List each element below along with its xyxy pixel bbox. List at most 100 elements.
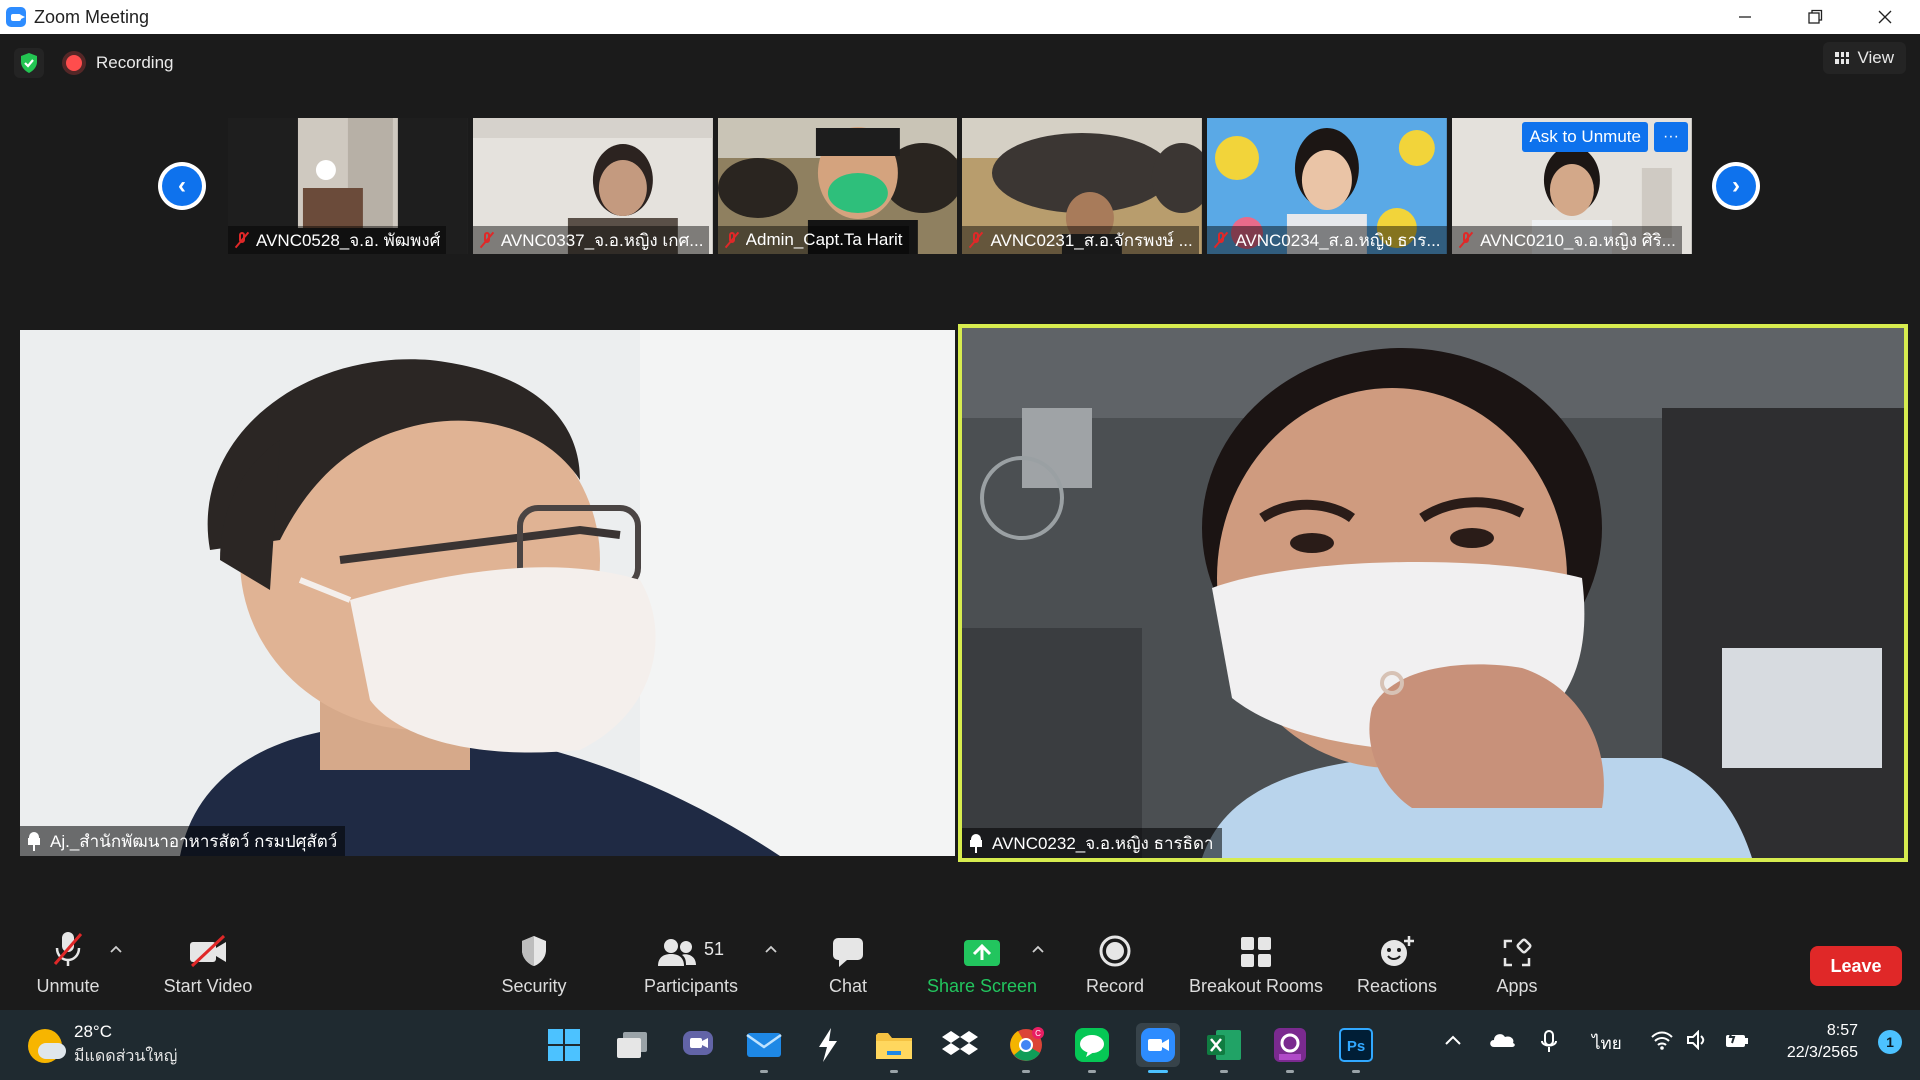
participant-name: AVNC0210_จ.อ.หญิง ศิริ... xyxy=(1480,230,1676,250)
start-video-button[interactable]: Start Video xyxy=(158,928,258,997)
microphone-muted-icon xyxy=(53,932,83,966)
reactions-smiley-icon xyxy=(1381,936,1414,966)
window-titlebar: Zoom Meeting xyxy=(0,0,1920,34)
muted-mic-icon xyxy=(1456,230,1476,250)
weather-widget[interactable]: 28°C มีแดดส่วนใหญ่ xyxy=(28,1022,177,1069)
participants-options-caret[interactable] xyxy=(765,940,777,958)
taskbar-photoshop[interactable]: Ps xyxy=(1334,1023,1378,1073)
participant-tile[interactable]: AVNC0231_ส.อ.จักรพงษ์ ... xyxy=(962,118,1203,254)
participant-name: AVNC0231_ส.อ.จักรพงษ์ ... xyxy=(990,230,1193,250)
network-tray[interactable] xyxy=(1650,1030,1674,1055)
participant-tile[interactable]: Admin_Capt.Ta Harit xyxy=(717,118,958,254)
video-off-icon xyxy=(190,934,226,968)
taskbar-zoom[interactable] xyxy=(1136,1023,1180,1073)
pdf-app-icon xyxy=(1274,1028,1306,1062)
taskbar-chrome[interactable]: C xyxy=(1004,1023,1048,1073)
participants-button[interactable]: 51 Participants xyxy=(636,928,746,997)
reactions-button[interactable]: Reactions xyxy=(1354,928,1440,997)
view-button[interactable]: View xyxy=(1823,42,1906,74)
recording-indicator[interactable]: Recording xyxy=(66,53,174,73)
system-clock[interactable]: 8:57 22/3/2565 xyxy=(1787,1020,1858,1064)
zoom-app-icon xyxy=(1141,1028,1175,1062)
chat-label: Chat xyxy=(828,976,868,996)
notification-badge[interactable]: 1 xyxy=(1878,1030,1902,1054)
taskbar-file-explorer[interactable] xyxy=(872,1023,916,1073)
main-video-right-active-speaker[interactable]: AVNC0232_จ.อ.หญิง ธารธิดา xyxy=(958,324,1908,862)
taskbar-app-lightning[interactable] xyxy=(806,1023,850,1067)
folder-icon xyxy=(876,1033,912,1059)
chrome-icon: C xyxy=(1010,1027,1044,1061)
clock-date: 22/3/2565 xyxy=(1786,1044,1858,1061)
participant-nametag: AVNC0232_จ.อ.หญิง ธารธิดา xyxy=(962,828,1222,858)
participant-video xyxy=(20,330,955,856)
windows-logo-icon xyxy=(548,1029,580,1061)
breakout-rooms-icon xyxy=(1241,937,1271,967)
taskbar-excel[interactable] xyxy=(1202,1023,1246,1073)
record-icon xyxy=(1099,935,1131,967)
lightning-app-icon xyxy=(819,1028,837,1062)
meeting-area: Recording View ‹ › AVNC0528_จ.อ. พัฒพงศ์… xyxy=(0,34,1920,1010)
participants-label: Participants xyxy=(643,976,739,996)
show-hidden-icons-button[interactable] xyxy=(1444,1030,1462,1051)
taskbar-line[interactable] xyxy=(1070,1023,1114,1073)
battery-tray[interactable] xyxy=(1724,1030,1750,1055)
muted-mic-icon xyxy=(966,230,986,250)
volume-tray[interactable] xyxy=(1686,1029,1710,1055)
taskbar-mail[interactable] xyxy=(742,1023,786,1073)
share-screen-button[interactable]: Share Screen xyxy=(924,928,1040,997)
leave-button[interactable]: Leave xyxy=(1810,946,1902,986)
participants-count: 51 xyxy=(703,939,725,959)
chat-bubble-icon xyxy=(833,938,863,967)
apps-icon xyxy=(1503,938,1532,967)
participant-tile[interactable]: Ask to Unmute ··· AVNC0210_จ.อ.หญิง ศิริ… xyxy=(1452,118,1692,254)
ask-to-unmute-button[interactable]: Ask to Unmute xyxy=(1522,122,1648,152)
taskbar-task-view[interactable] xyxy=(610,1023,654,1067)
breakout-rooms-button[interactable]: Breakout Rooms xyxy=(1186,928,1326,997)
share-options-caret[interactable] xyxy=(1032,940,1044,958)
restore-button[interactable] xyxy=(1780,0,1850,34)
microphone-tray[interactable] xyxy=(1540,1030,1558,1059)
participant-nametag: AVNC0234_ส.อ.หญิง ธาร... xyxy=(1207,226,1447,254)
apps-button[interactable]: Apps xyxy=(1492,928,1542,997)
chevron-up-icon xyxy=(1445,1035,1461,1045)
close-button[interactable] xyxy=(1850,0,1920,34)
unmute-button[interactable]: Unmute xyxy=(32,928,104,997)
chat-button[interactable]: Chat xyxy=(818,928,878,997)
view-label: View xyxy=(1857,48,1894,67)
participant-tile[interactable]: AVNC0234_ส.อ.หญิง ธาร... xyxy=(1207,118,1448,254)
security-button[interactable]: Security xyxy=(494,928,574,997)
encryption-shield-button[interactable] xyxy=(14,48,44,78)
next-page-button[interactable]: › xyxy=(1712,162,1760,210)
record-button[interactable]: Record xyxy=(1080,928,1150,997)
start-button[interactable] xyxy=(542,1023,586,1067)
muted-mic-icon xyxy=(722,230,742,250)
more-options-button[interactable]: ··· xyxy=(1653,122,1688,152)
participant-nametag: AVNC0337_จ.อ.หญิง เกศ... xyxy=(472,226,710,254)
muted-mic-icon xyxy=(232,230,252,250)
audio-options-caret[interactable] xyxy=(110,940,122,958)
input-language-indicator[interactable]: ไทย xyxy=(1592,1030,1622,1057)
main-video-left[interactable]: Aj._สำนักพัฒนาอาหารสัตว์ กรมปศุสัตว์ xyxy=(20,330,955,856)
taskbar-pdf-app[interactable] xyxy=(1268,1023,1312,1073)
dropbox-icon xyxy=(942,1031,978,1055)
minimize-button[interactable] xyxy=(1710,0,1780,34)
previous-page-button[interactable]: ‹ xyxy=(158,162,206,210)
weather-description: มีแดดส่วนใหญ่ xyxy=(74,1048,178,1065)
apps-label: Apps xyxy=(1496,976,1538,996)
excel-icon xyxy=(1207,1030,1241,1060)
participant-nametag: Admin_Capt.Ta Harit xyxy=(717,226,909,254)
chevron-right-icon: › xyxy=(1716,166,1756,206)
chevron-left-icon: ‹ xyxy=(162,166,202,206)
participant-name: AVNC0528_จ.อ. พัฒพงศ์ xyxy=(256,230,441,250)
participant-video xyxy=(962,328,1904,858)
participant-nametag: AVNC0528_จ.อ. พัฒพงศ์ xyxy=(228,226,447,254)
onedrive-tray[interactable] xyxy=(1488,1030,1516,1053)
participant-tile[interactable]: AVNC0528_จ.อ. พัฒพงศ์ xyxy=(228,118,468,254)
taskbar-teams[interactable] xyxy=(676,1023,720,1067)
participant-nametag: AVNC0210_จ.อ.หญิง ศิริ... xyxy=(1452,226,1682,254)
security-shield-icon xyxy=(522,936,546,966)
taskbar-dropbox[interactable] xyxy=(938,1023,982,1067)
participant-tile[interactable]: AVNC0337_จ.อ.หญิง เกศ... xyxy=(472,118,713,254)
wifi-icon xyxy=(1651,1031,1673,1050)
microphone-icon xyxy=(1541,1030,1557,1052)
